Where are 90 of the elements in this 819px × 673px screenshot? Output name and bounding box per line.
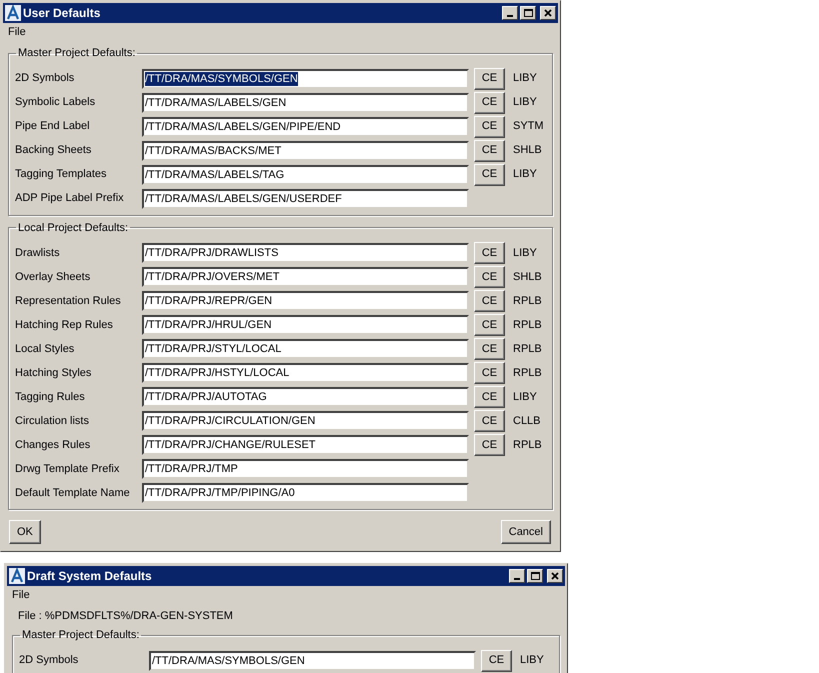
minimize-icon	[514, 578, 520, 580]
ce-button[interactable]: CE	[474, 242, 505, 264]
file-path-text: File : %PDMSDFLTS%/DRA-GEN-SYSTEM	[17, 609, 234, 623]
field-label: ADP Pipe Label Prefix	[15, 191, 125, 206]
close-button[interactable]	[547, 569, 563, 583]
close-button[interactable]	[540, 6, 556, 20]
field-label: Tagging Templates	[15, 167, 108, 182]
text-field[interactable]: /TT/DRA/PRJ/DRAWLISTS	[142, 243, 469, 263]
field-label: Symbolic Labels	[15, 95, 96, 110]
field-label: Changes Rules	[15, 438, 92, 453]
library-type-text: RPLB	[513, 366, 542, 381]
library-type-text: RPLB	[513, 294, 542, 309]
close-icon	[550, 571, 560, 581]
field-label: Representation Rules	[15, 294, 122, 309]
text-field[interactable]: /TT/DRA/MAS/LABELS/GEN	[142, 92, 469, 112]
library-type-text: SHLB	[513, 270, 542, 285]
field-label: Circulation lists	[15, 414, 90, 429]
text-field[interactable]: /TT/DRA/MAS/LABELS/TAG	[142, 164, 469, 184]
library-type-text: RPLB	[513, 342, 542, 357]
text-field[interactable]: /TT/DRA/MAS/LABELS/GEN/USERDEF	[142, 188, 469, 208]
field-label: 2D Symbols	[15, 71, 76, 86]
text-field[interactable]: /TT/DRA/PRJ/CIRCULATION/GEN	[142, 411, 469, 431]
text-field[interactable]: /TT/DRA/MAS/BACKS/MET	[142, 140, 469, 160]
text-field[interactable]: /TT/DRA/PRJ/HRUL/GEN	[142, 315, 469, 335]
field-label: Default Template Name	[15, 486, 131, 501]
ce-button[interactable]: CE	[474, 386, 505, 408]
library-type-text: LIBY	[513, 71, 537, 86]
minimize-button[interactable]	[502, 6, 518, 20]
text-field[interactable]: /TT/DRA/MAS/SYMBOLS/GEN	[149, 650, 476, 670]
field-label: Overlay Sheets	[15, 270, 92, 285]
ce-button[interactable]: CE	[474, 338, 505, 360]
window-title: Draft System Defaults	[27, 568, 153, 585]
group-title: Master Project Defaults:	[21, 628, 140, 643]
ce-button[interactable]: CE	[474, 140, 505, 162]
field-label: Pipe End Label	[15, 119, 91, 134]
field-label: Local Styles	[15, 342, 76, 357]
library-type-text: LIBY	[513, 167, 537, 182]
field-label: Drwg Template Prefix	[15, 462, 120, 477]
field-label: Hatching Styles	[15, 366, 92, 381]
text-field[interactable]: /TT/DRA/PRJ/OVERS/MET	[142, 267, 469, 287]
field-label: Tagging Rules	[15, 390, 86, 405]
maximize-button[interactable]	[520, 6, 536, 20]
group-title: Local Project Defaults:	[17, 220, 130, 236]
text-field[interactable]: /TT/DRA/PRJ/TMP/PIPING/A0	[142, 483, 469, 503]
text-field[interactable]: /TT/DRA/PRJ/REPR/GEN	[142, 291, 469, 311]
ce-button[interactable]: CE	[474, 164, 505, 186]
text-field[interactable]: /TT/DRA/MAS/SYMBOLS/GEN	[142, 68, 469, 88]
field-label: Backing Sheets	[15, 143, 92, 158]
app-logo-icon	[9, 568, 25, 584]
window-title: User Defaults	[23, 5, 102, 22]
menu-item[interactable]: File	[11, 586, 31, 604]
text-field[interactable]: /TT/DRA/PRJ/CHANGE/RULESET	[142, 435, 469, 455]
field-label: Hatching Rep Rules	[15, 318, 114, 333]
cancel-button[interactable]: Cancel	[500, 520, 551, 544]
group-title: Master Project Defaults:	[17, 46, 136, 61]
ce-button[interactable]: CE	[474, 266, 505, 288]
ce-button[interactable]: CE	[481, 650, 512, 672]
ce-button[interactable]: CE	[474, 314, 505, 336]
minimize-icon	[507, 15, 513, 17]
minimize-button[interactable]	[509, 569, 525, 583]
library-type-text: SYTM	[513, 119, 544, 134]
text-field[interactable]: /TT/DRA/PRJ/AUTOTAG	[142, 387, 469, 407]
menu-item[interactable]: File	[7, 24, 27, 40]
field-label: 2D Symbols	[19, 653, 80, 668]
ce-button[interactable]: CE	[474, 410, 505, 432]
text-field[interactable]: /TT/DRA/PRJ/TMP	[142, 459, 469, 479]
library-type-text: RPLB	[513, 318, 542, 333]
library-type-text: SHLB	[513, 143, 542, 158]
ok-button[interactable]: OK	[9, 520, 41, 544]
maximize-icon	[530, 571, 540, 581]
maximize-icon	[523, 8, 533, 18]
text-field[interactable]: /TT/DRA/PRJ/HSTYL/LOCAL	[142, 363, 469, 383]
ce-button[interactable]: CE	[474, 434, 505, 456]
library-type-text: LIBY	[513, 246, 537, 261]
maximize-button[interactable]	[527, 569, 543, 583]
text-field[interactable]: /TT/DRA/PRJ/STYL/LOCAL	[142, 339, 469, 359]
close-icon	[543, 8, 553, 18]
ce-button[interactable]: CE	[474, 116, 505, 138]
ce-button[interactable]: CE	[474, 68, 505, 90]
library-type-text: LIBY	[513, 390, 537, 405]
library-type-text: CLLB	[513, 414, 541, 429]
ce-button[interactable]: CE	[474, 290, 505, 312]
library-type-text: RPLB	[513, 438, 542, 453]
field-label: Drawlists	[15, 246, 61, 261]
library-type-text: LIBY	[513, 95, 537, 110]
app-logo-icon	[5, 5, 21, 21]
ce-button[interactable]: CE	[474, 362, 505, 384]
library-type-text: LIBY	[520, 653, 544, 668]
text-field[interactable]: /TT/DRA/MAS/LABELS/GEN/PIPE/END	[142, 116, 469, 136]
ce-button[interactable]: CE	[474, 92, 505, 114]
